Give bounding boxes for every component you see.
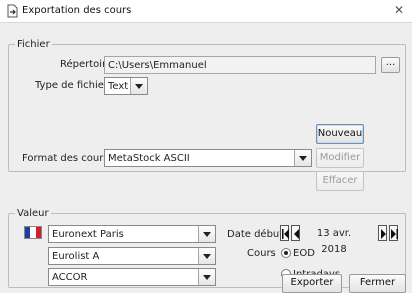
valeur-legend: Valeur <box>17 208 49 219</box>
repertoire-value: C:\Users\Emmanuel <box>108 60 207 71</box>
fermer-button[interactable]: Fermer <box>349 274 406 293</box>
fichier-legend: Fichier <box>17 39 50 50</box>
cours-label: Cours <box>247 248 276 259</box>
browse-button[interactable]: ... <box>381 57 400 73</box>
browse-label: ... <box>385 57 396 68</box>
first-date-button[interactable] <box>280 225 289 241</box>
flag-stripe <box>35 227 41 238</box>
format-cours-select[interactable]: MetaStock ASCII <box>104 149 312 167</box>
exporter-label: Exporter <box>290 277 334 288</box>
list-value: Eurolist A <box>52 251 100 262</box>
modifier-button[interactable]: Modifier <box>316 148 364 168</box>
chevron-left-icon <box>294 229 299 239</box>
date-value[interactable]: 13 avr. 2018 <box>306 226 362 255</box>
exporter-button[interactable]: Exporter <box>282 274 342 293</box>
type-fichier-label: Type de fichier <box>35 80 109 91</box>
skip-back-icon <box>282 229 289 239</box>
next-date-button[interactable] <box>378 225 387 241</box>
nouveau-label: Nouveau <box>317 128 363 139</box>
eod-radio[interactable] <box>281 248 291 258</box>
chevron-down-icon <box>198 248 215 264</box>
nouveau-button[interactable]: Nouveau <box>316 124 364 144</box>
france-flag-icon <box>24 226 42 239</box>
chevron-right-icon <box>381 229 386 239</box>
effacer-label: Effacer <box>322 175 358 186</box>
repertoire-field[interactable]: C:\Users\Emmanuel <box>104 56 376 74</box>
chevron-down-icon <box>130 78 147 94</box>
modifier-label: Modifier <box>319 152 361 163</box>
market-value: Euronext Paris <box>52 229 124 240</box>
export-dialog: Exportation des cours ✕ Fichier Répertoi… <box>0 0 412 293</box>
skip-forward-icon <box>391 229 398 239</box>
stock-select[interactable]: ACCOR <box>48 268 216 286</box>
list-select[interactable]: Eurolist A <box>48 247 216 265</box>
type-fichier-select[interactable]: Text <box>104 77 148 95</box>
last-date-button[interactable] <box>389 225 398 241</box>
fermer-label: Fermer <box>359 277 396 288</box>
close-icon[interactable]: ✕ <box>392 3 406 17</box>
prev-date-button[interactable] <box>291 225 300 241</box>
format-cours-value: MetaStock ASCII <box>108 153 190 164</box>
market-select[interactable]: Euronext Paris <box>48 225 216 243</box>
chevron-down-icon <box>198 226 215 242</box>
date-debut-label: Date début <box>227 229 284 240</box>
type-fichier-value: Text <box>108 81 129 92</box>
chevron-down-icon <box>198 269 215 285</box>
export-doc-icon <box>7 4 18 18</box>
effacer-button[interactable]: Effacer <box>316 171 364 191</box>
title-bar: Exportation des cours ✕ <box>0 0 412 23</box>
stock-value: ACCOR <box>52 272 88 283</box>
chevron-down-icon <box>294 150 311 166</box>
format-cours-label: Format des cours <box>22 153 109 164</box>
eod-label: EOD <box>293 248 315 259</box>
window-title: Exportation des cours <box>22 5 132 16</box>
